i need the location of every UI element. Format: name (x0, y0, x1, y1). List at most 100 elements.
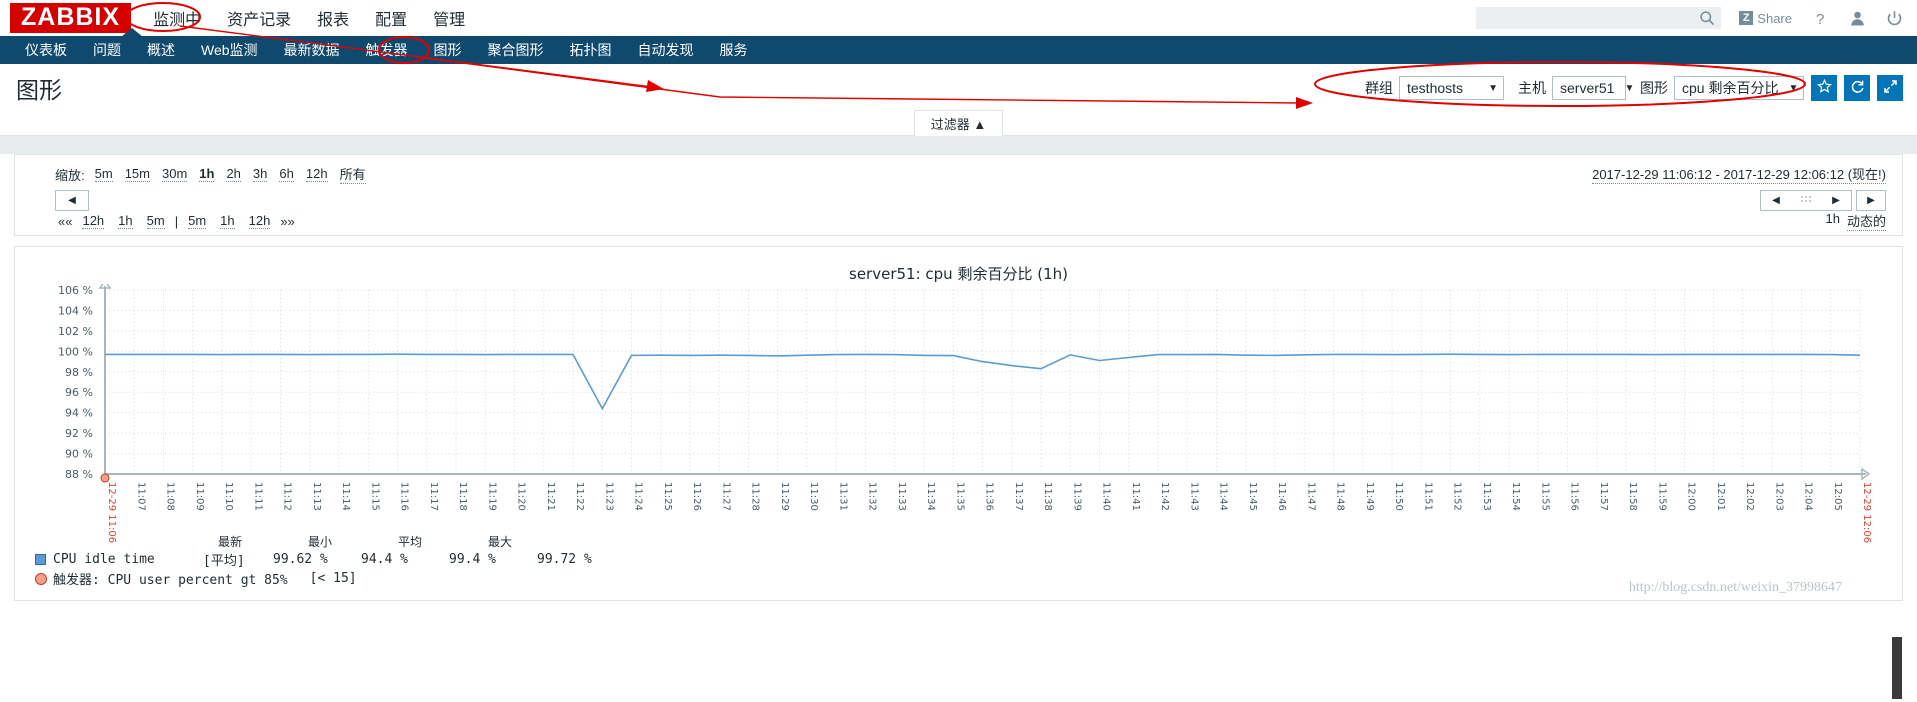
filter-controls: 群组 testhosts ▼ 主机 server51 ▼ 图形 cpu 剩余百分… (1351, 75, 1903, 101)
zoom-option-1h[interactable]: 1h (199, 166, 215, 182)
share-button[interactable]: Z Share (1739, 11, 1792, 26)
main-menu-item-reports[interactable]: 报表 (317, 6, 349, 30)
svg-text:11:51: 11:51 (1422, 482, 1433, 511)
svg-text:12-29 12:06: 12-29 12:06 (1861, 482, 1872, 543)
user-profile-icon[interactable] (1849, 10, 1866, 27)
svg-text:104 %: 104 % (58, 304, 93, 317)
sub-navigation: 仪表板 问题 概述 Web监测 最新数据 触发器 图形 聚合图形 拓扑图 自动发… (0, 28, 1917, 64)
graph-svg[interactable]: 106 % 104 % 102 % 100 % 98 % 96 % 94 % 92 % 90 %… (15, 279, 1900, 544)
scroll-right-arrow-icon[interactable]: ▶ (1821, 195, 1851, 206)
svg-text:11:42: 11:42 (1159, 482, 1170, 511)
main-menu-item-administration[interactable]: 管理 (433, 6, 465, 30)
zoom-option-all[interactable]: 所有 (339, 164, 366, 184)
svg-text:11:25: 11:25 (662, 482, 673, 511)
quick-nav-fwd-5m[interactable]: 5m (188, 213, 207, 229)
zoom-option-5m[interactable]: 5m (94, 166, 113, 182)
page-scrollbar[interactable] (1892, 637, 1902, 699)
signout-power-icon[interactable] (1886, 10, 1903, 27)
subnav-item-latest-data[interactable]: 最新数据 (271, 40, 353, 60)
svg-text:11:34: 11:34 (925, 482, 936, 511)
svg-text:11:19: 11:19 (486, 482, 497, 511)
series-aggregate: [平均] (203, 554, 245, 569)
svg-text:11:23: 11:23 (603, 482, 614, 511)
trigger-color-swatch-icon (35, 572, 47, 585)
svg-text:11:54: 11:54 (1510, 482, 1521, 511)
main-menu-item-inventory[interactable]: 资产记录 (227, 6, 291, 30)
svg-text:11:14: 11:14 (340, 482, 351, 511)
quick-nav-fwd-12h[interactable]: 12h (248, 213, 271, 229)
quick-nav-last[interactable]: »» (280, 214, 294, 229)
time-scroll-group: ◀ ▶ ▶ (1760, 189, 1886, 211)
zoom-option-15m[interactable]: 15m (124, 166, 150, 182)
share-badge-icon: Z (1739, 11, 1754, 25)
add-favorite-button[interactable] (1811, 75, 1837, 101)
svg-text:92 %: 92 % (65, 427, 93, 440)
svg-text:11:31: 11:31 (837, 482, 848, 511)
fullscreen-button[interactable] (1877, 75, 1903, 101)
zoom-option-3h[interactable]: 3h (252, 166, 268, 182)
scroll-left-arrow-icon[interactable]: ◀ (1761, 195, 1791, 206)
svg-text:11:49: 11:49 (1364, 482, 1375, 511)
subnav-item-overview[interactable]: 概述 (134, 40, 188, 60)
zabbix-logo[interactable]: ZABBIX (10, 3, 132, 33)
graph-select-value: cpu 剩余百分比 (1682, 80, 1779, 96)
quick-nav-first[interactable]: «« (58, 214, 72, 229)
svg-text:11:50: 11:50 (1393, 482, 1404, 511)
svg-text:?: ? (1816, 11, 1824, 27)
zoom-option-30m[interactable]: 30m (161, 166, 188, 182)
scroll-drag-handle-icon[interactable] (1791, 194, 1821, 207)
global-search[interactable] (1476, 7, 1722, 30)
time-back-button[interactable]: ◀ (55, 189, 89, 211)
main-menu: 监测中 资产记录 报表 配置 管理 (153, 6, 465, 30)
quick-nav-row: «« 12h 1h 5m | 5m 1h 12h »» 1h 动态的 (15, 211, 1902, 235)
svg-text:11:52: 11:52 (1452, 482, 1463, 511)
fullscreen-icon (1883, 79, 1898, 98)
period-label: 1h (1825, 211, 1840, 226)
date-range-label[interactable]: 2017-12-29 11:06:12 - 2017-12-29 12:06:1… (1592, 164, 1886, 184)
subnav-item-web[interactable]: Web监测 (188, 40, 271, 60)
quick-nav-fwd-1h[interactable]: 1h (220, 213, 235, 229)
subnav-item-dashboard[interactable]: 仪表板 (12, 40, 80, 60)
svg-text:11:48: 11:48 (1335, 482, 1346, 511)
subnav-item-discovery[interactable]: 自动发现 (625, 40, 707, 60)
svg-text:11:30: 11:30 (808, 482, 819, 511)
subnav-item-maps[interactable]: 拓扑图 (557, 40, 625, 60)
zoom-option-12h[interactable]: 12h (305, 166, 328, 182)
graph-select[interactable]: cpu 剩余百分比 ▼ (1674, 76, 1804, 100)
quick-nav-separator: | (174, 213, 179, 229)
quick-nav-back-12h[interactable]: 12h (82, 213, 105, 229)
search-input[interactable] (1476, 8, 1692, 28)
zoom-option-6h[interactable]: 6h (279, 166, 294, 182)
filter-toggle-tab[interactable]: 过滤器 ▲ (913, 110, 1004, 136)
subnav-item-problems[interactable]: 问题 (80, 40, 134, 60)
quick-nav-back-1h[interactable]: 1h (118, 213, 133, 229)
svg-text:11:17: 11:17 (428, 482, 439, 511)
quick-nav-back-5m[interactable]: 5m (146, 213, 165, 229)
share-label: Share (1757, 10, 1792, 26)
graph-plot-area[interactable]: 106 % 104 % 102 % 100 % 98 % 96 % 94 % 92 % 90 %… (15, 279, 1902, 548)
subnav-item-services[interactable]: 服务 (707, 40, 761, 60)
search-icon[interactable] (1699, 10, 1715, 30)
subnav-item-screens[interactable]: 聚合图形 (475, 40, 557, 60)
svg-text:11:32: 11:32 (867, 482, 878, 511)
main-menu-item-monitoring[interactable]: 监测中 (153, 6, 201, 30)
time-scrollbar[interactable]: ◀ ▶ (1760, 189, 1852, 211)
subnav-item-graphs[interactable]: 图形 (421, 40, 475, 60)
group-select[interactable]: testhosts ▼ (1399, 76, 1504, 100)
main-menu-item-configuration[interactable]: 配置 (375, 6, 407, 30)
svg-text:11:12: 11:12 (282, 482, 293, 511)
dynamic-toggle[interactable]: 动态的 (1846, 211, 1886, 231)
subnav-item-triggers[interactable]: 触发器 (353, 40, 421, 60)
zoom-option-2h[interactable]: 2h (226, 166, 241, 182)
active-menu-pointer-icon (121, 28, 143, 37)
refresh-button[interactable] (1844, 75, 1870, 101)
series-name: CPU idle time (53, 552, 155, 567)
help-icon[interactable]: ? (1812, 10, 1829, 27)
time-forward-button[interactable]: ▶ (1856, 189, 1886, 211)
svg-text:11:08: 11:08 (165, 482, 176, 511)
time-nav-row: ◀ ◀ ▶ ▶ (15, 185, 1902, 211)
svg-text:11:46: 11:46 (1276, 482, 1287, 511)
host-select[interactable]: server51 ▼ (1552, 76, 1634, 100)
svg-text:11:58: 11:58 (1627, 482, 1638, 511)
svg-text:11:59: 11:59 (1656, 482, 1667, 511)
